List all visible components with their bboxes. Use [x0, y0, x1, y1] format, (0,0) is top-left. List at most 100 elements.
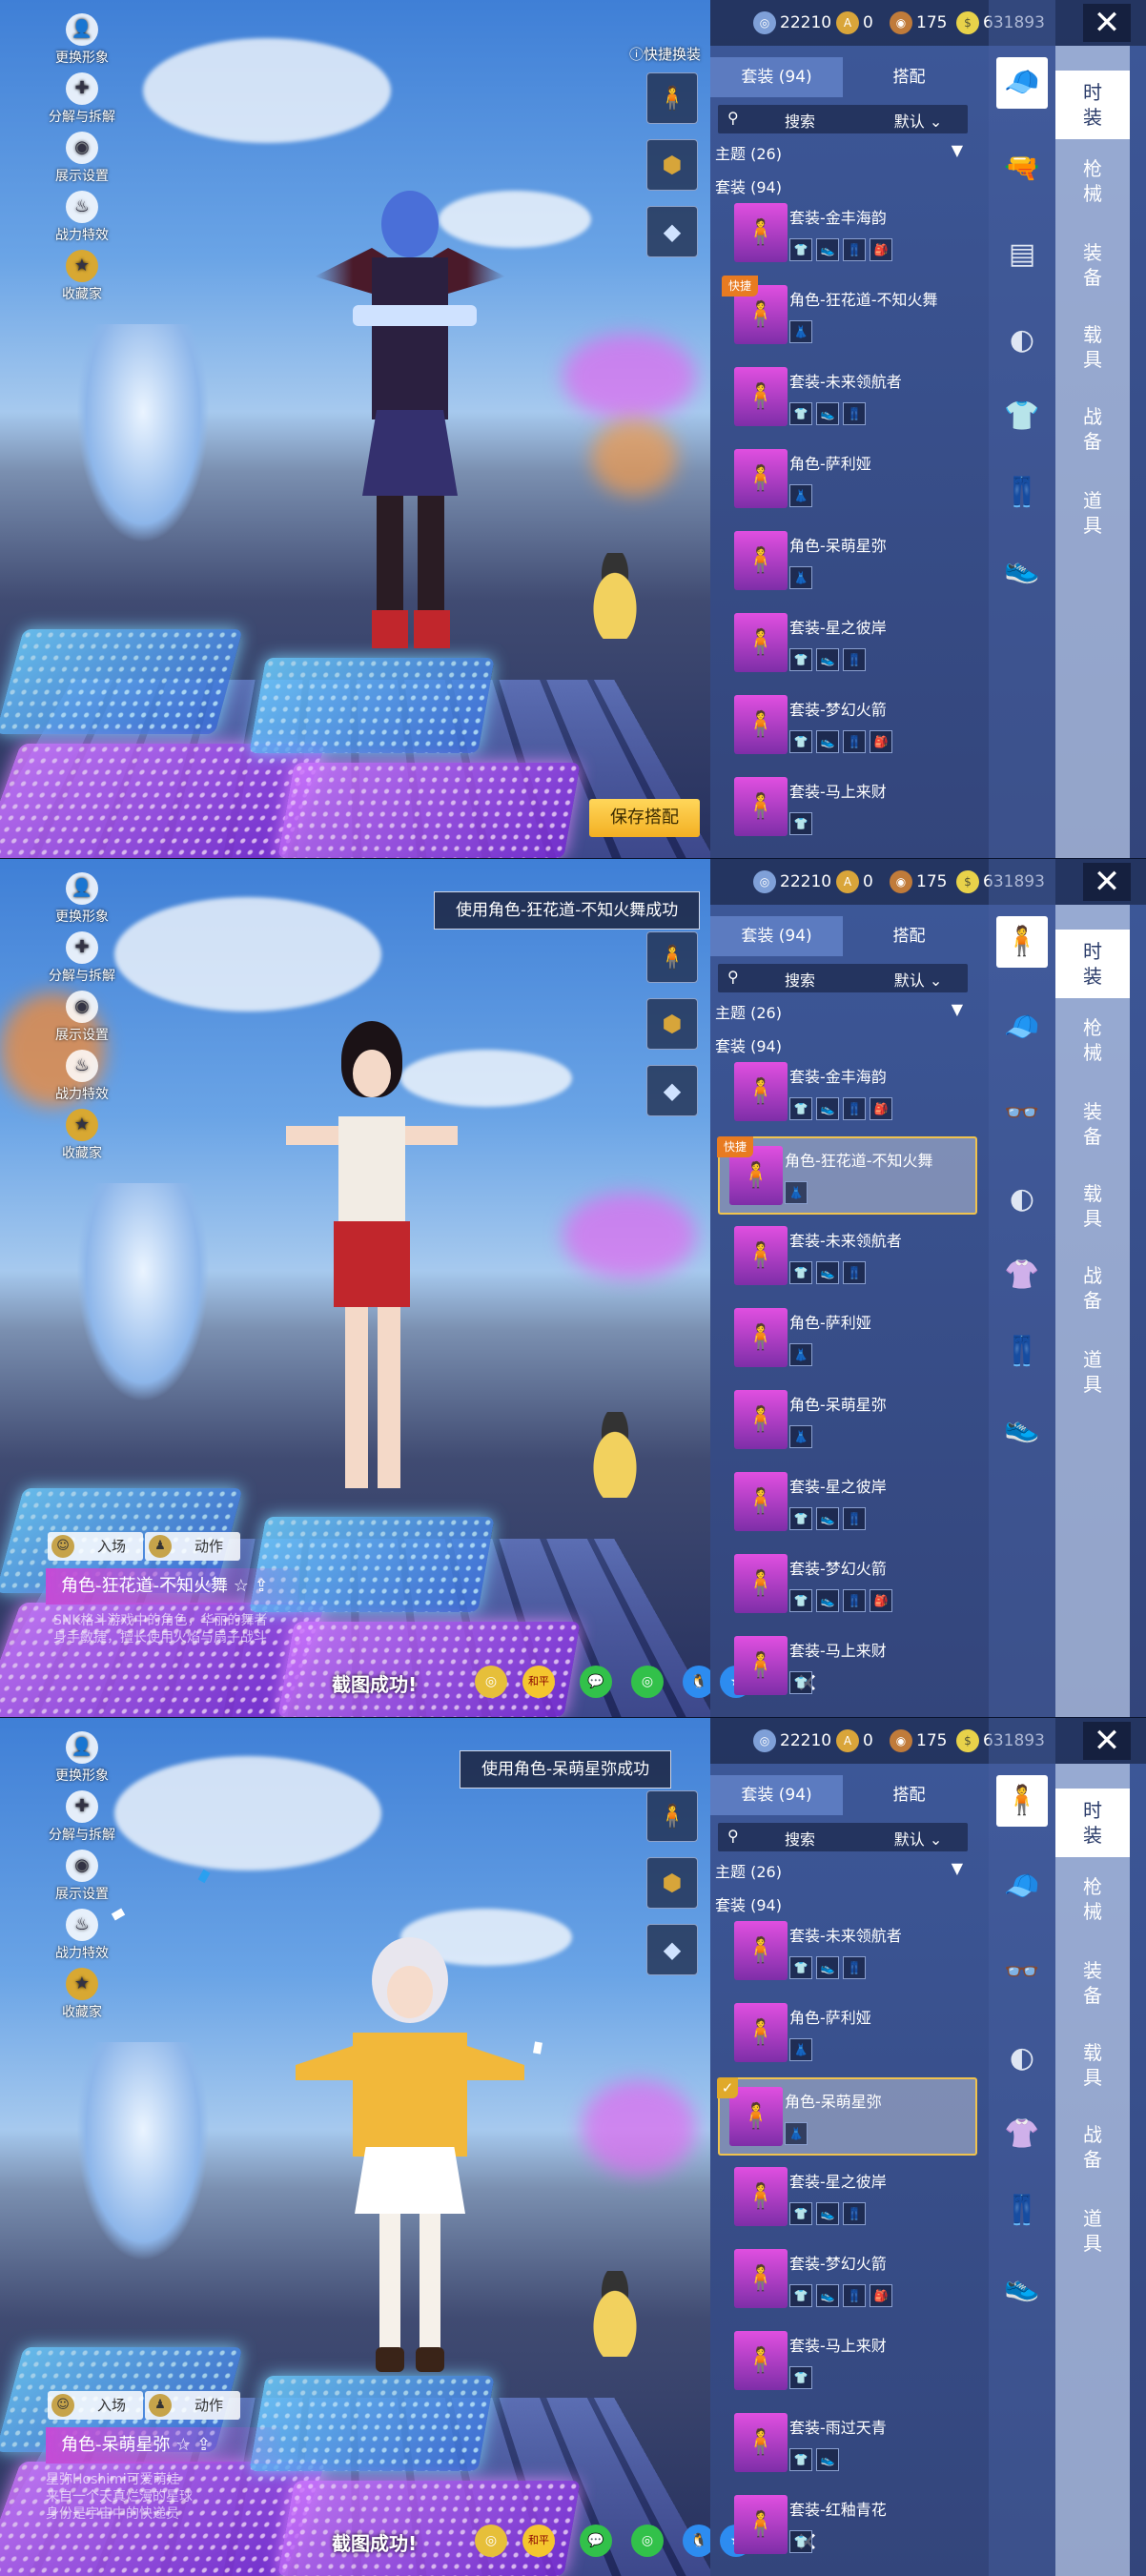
list-item[interactable]: 🧍 角色-呆萌星弥 👗 — [725, 1382, 971, 1461]
rail-pants[interactable]: 👖 — [996, 2185, 1048, 2237]
quick-swap-label[interactable]: ⓘ快捷换装 — [629, 44, 701, 64]
list-item[interactable]: 🧍 套装-梦幻火箭 👕 👟 👖 🎒 — [725, 687, 971, 766]
change-avatar-button[interactable]: 👤 更换形象 — [34, 1731, 130, 1785]
display-settings-button[interactable]: ◉ 展示设置 — [34, 1850, 130, 1903]
rail-shoes[interactable]: 👟 — [996, 543, 1048, 595]
peace-elite-share-icon[interactable]: 和平 — [522, 2525, 555, 2557]
list-item[interactable]: 🧍 套装-梦幻火箭 👕 👟 👖 🎒 — [725, 1546, 971, 1625]
category-vehicles[interactable]: 载 具 — [1055, 1181, 1130, 1231]
tab-suits[interactable]: 套装 (94) — [710, 1775, 843, 1815]
category-guns[interactable]: 枪 械 — [1055, 1874, 1130, 1924]
list-item[interactable]: 🧍 套装-未来领航者 👕 👟 👖 — [725, 1218, 971, 1297]
list-item[interactable]: 🧍 套装-金丰海韵 👕 👟 👖 🎒 — [725, 1054, 971, 1133]
qq-icon[interactable]: 🐧 — [683, 1666, 710, 1698]
category-fashion[interactable]: 时 装 — [1055, 71, 1130, 139]
list-item[interactable]: 🧍 快捷 角色-狂花道-不知火舞 👗 — [717, 1136, 977, 1215]
quick-slot-1[interactable]: 🧍 — [646, 931, 698, 983]
quick-slot-2[interactable]: ⬢ — [646, 998, 698, 1050]
share-coin-icon[interactable]: ◎ — [475, 2525, 507, 2557]
category-fashion[interactable]: 时 装 — [1055, 1789, 1130, 1857]
power-effects-button[interactable]: ♨ 战力特效 — [34, 191, 130, 244]
list-item[interactable]: 🧍 套装-马上来财 👕 — [725, 2323, 971, 2402]
category-props[interactable]: 道 具 — [1055, 1347, 1130, 1397]
category-equipment[interactable]: 装 备 — [1055, 240, 1130, 290]
category-equipment[interactable]: 装 备 — [1055, 1099, 1130, 1149]
change-avatar-button[interactable]: 👤 更换形象 — [34, 872, 130, 926]
emote-button[interactable]: ♟ 动作 — [145, 1532, 240, 1561]
list-item[interactable]: 🧍 角色-萨利娅 👗 — [725, 441, 971, 520]
list-item[interactable]: 🧍 套装-星之彼岸 👕 👟 👖 — [725, 1464, 971, 1543]
rail-shoes[interactable]: 👟 — [996, 1402, 1048, 1454]
power-effects-button[interactable]: ♨ 战力特效 — [34, 1050, 130, 1103]
collector-button[interactable]: ★ 收藏家 — [34, 1109, 130, 1162]
theme-filter[interactable]: 主题 (26) ▼ — [715, 1000, 972, 1023]
quick-slot-2[interactable]: ⬢ — [646, 1857, 698, 1909]
list-item[interactable]: 🧍 快捷 角色-狂花道-不知火舞 👗 — [722, 276, 971, 356]
category-battle-prep[interactable]: 战 备 — [1055, 404, 1130, 454]
list-item[interactable]: 🧍 套装-未来领航者 👕 👟 👖 — [725, 359, 971, 438]
category-guns[interactable]: 枪 械 — [1055, 156, 1130, 206]
quick-slot-3[interactable]: ◆ — [646, 1924, 698, 1975]
share-coin-icon[interactable]: ◎ — [475, 1666, 507, 1698]
rail-glasses[interactable]: 👓 — [996, 1947, 1048, 1998]
list-item[interactable]: 🧍 角色-呆萌星弥 👗 — [725, 523, 971, 602]
rail-outfit[interactable]: 🧢 — [996, 57, 1048, 109]
rail-mask[interactable]: ◐ — [996, 1174, 1048, 1225]
decompose-button[interactable]: ✚ 分解与拆解 — [34, 72, 130, 126]
rail-bag[interactable]: ▤ — [996, 229, 1048, 280]
rail-character[interactable]: 🧍 — [996, 1775, 1048, 1827]
list-item[interactable]: 🧍 套装-金丰海韵 👕 👟 👖 🎒 — [725, 195, 971, 274]
power-effects-button[interactable]: ♨ 战力特效 — [34, 1909, 130, 1962]
collector-button[interactable]: ★ 收藏家 — [34, 250, 130, 303]
rail-shoes[interactable]: 👟 — [996, 2261, 1048, 2313]
sort-dropdown[interactable]: 默认 ⌄ — [870, 968, 966, 991]
display-settings-button[interactable]: ◉ 展示设置 — [34, 132, 130, 185]
close-button[interactable]: ✕ — [1083, 1722, 1131, 1760]
sort-dropdown[interactable]: 默认 ⌄ — [870, 109, 966, 132]
theme-filter[interactable]: 主题 (26) ▼ — [715, 1859, 972, 1882]
rail-top[interactable]: 👚 — [996, 1250, 1048, 1301]
display-settings-button[interactable]: ◉ 展示设置 — [34, 991, 130, 1044]
peace-elite-share-icon[interactable]: 和平 — [522, 1666, 555, 1698]
category-battle-prep[interactable]: 战 备 — [1055, 1263, 1130, 1313]
decompose-button[interactable]: ✚ 分解与拆解 — [34, 1790, 130, 1844]
list-item[interactable]: 🧍 套装-星之彼岸 👕 👟 👖 — [725, 605, 971, 684]
quick-slot-3[interactable]: ◆ — [646, 206, 698, 257]
share-icon[interactable]: ⇪ — [196, 2435, 211, 2455]
category-equipment[interactable]: 装 备 — [1055, 1958, 1130, 2008]
wechat-icon[interactable]: 💬 — [580, 2525, 612, 2557]
tab-match[interactable]: 搭配 — [843, 57, 975, 97]
list-item[interactable]: 🧍 套装-星之彼岸 👕 👟 👖 — [725, 2159, 971, 2238]
rail-hat[interactable]: 🧢 — [996, 1861, 1048, 1912]
wechat-icon[interactable]: 💬 — [580, 1666, 612, 1698]
quick-slot-1[interactable]: 🧍 — [646, 72, 698, 124]
rail-top[interactable]: 👕 — [996, 391, 1048, 442]
decompose-button[interactable]: ✚ 分解与拆解 — [34, 931, 130, 985]
list-item[interactable]: 🧍 角色-萨利娅 👗 — [725, 1995, 971, 2074]
list-item[interactable]: 🧍 套装-未来领航者 👕 👟 👖 — [725, 1913, 971, 1992]
sort-dropdown[interactable]: 默认 ⌄ — [870, 1827, 966, 1850]
rail-mask[interactable]: ◐ — [996, 2033, 1048, 2084]
tab-match[interactable]: 搭配 — [843, 916, 975, 956]
close-button[interactable]: ✕ — [1083, 863, 1131, 901]
enter-animation-button[interactable]: ☺ 入场 — [48, 2391, 143, 2420]
theme-filter[interactable]: 主题 (26) ▼ — [715, 141, 972, 164]
category-fashion[interactable]: 时 装 — [1055, 930, 1130, 998]
quick-slot-3[interactable]: ◆ — [646, 1065, 698, 1116]
tab-suits[interactable]: 套装 (94) — [710, 916, 843, 956]
rail-pants[interactable]: 👖 — [996, 467, 1048, 519]
search-bar[interactable]: ⚲ 搜索 默认 ⌄ — [718, 105, 968, 133]
star-icon[interactable]: ☆ — [175, 2435, 191, 2455]
category-vehicles[interactable]: 载 具 — [1055, 2040, 1130, 2090]
quick-slot-1[interactable]: 🧍 — [646, 1790, 698, 1842]
share-icon[interactable]: ⇪ — [255, 1576, 269, 1596]
emote-button[interactable]: ♟ 动作 — [145, 2391, 240, 2420]
tab-suits[interactable]: 套装 (94) — [710, 57, 843, 97]
rail-top[interactable]: 👚 — [996, 2109, 1048, 2160]
rail-character[interactable]: 🧍 — [996, 916, 1048, 968]
list-item[interactable]: 🧍 套装-雨过天青 👕 👟 — [725, 2405, 971, 2484]
list-item[interactable]: 🧍 套装-红釉青花 👕 — [725, 2487, 971, 2566]
enter-animation-button[interactable]: ☺ 入场 — [48, 1532, 143, 1561]
search-bar[interactable]: ⚲ 搜索 默认 ⌄ — [718, 964, 968, 992]
list-item[interactable]: 🧍 角色-萨利娅 👗 — [725, 1300, 971, 1379]
